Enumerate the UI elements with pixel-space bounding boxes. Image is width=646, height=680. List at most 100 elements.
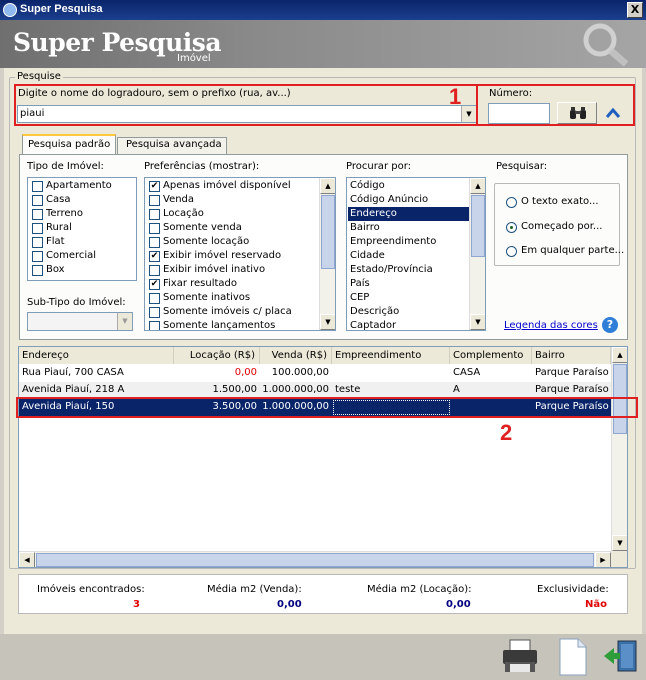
col-endereco[interactable]: Endereço [19,347,174,364]
legenda-cores-link[interactable]: Legenda das cores [504,320,598,331]
results-vscrollbar[interactable]: ▲ ▼ [611,347,627,551]
tipo-label: Flat [46,236,65,247]
scroll-up-button[interactable]: ▲ [612,347,627,363]
sub-tipo-dropdown-arrow[interactable]: ▼ [117,313,132,330]
checkbox-terreno[interactable] [32,209,43,220]
scroll-right-button[interactable]: ▶ [595,552,611,567]
exit-door-icon[interactable] [602,637,640,675]
pref-label: Exibir imóvel inativo [163,264,266,275]
col-empreendimento[interactable]: Empreendimento [332,347,450,364]
col-venda[interactable]: Venda (R$) [260,347,332,364]
help-icon[interactable]: ? [602,317,618,333]
radio-qualquer-parte[interactable] [506,246,517,257]
scroll-up-button[interactable]: ▲ [470,178,485,194]
checkbox-somente-lancamentos[interactable] [149,321,160,330]
checkbox-flat[interactable] [32,237,43,248]
checkbox-somente-inativos[interactable] [149,293,160,304]
procurar-item[interactable]: Código [350,180,385,191]
procurar-item[interactable]: Código Anúncio [350,194,428,205]
tipo-label: Comercial [46,250,97,261]
pref-label: Locação [163,208,204,219]
procurar-item-selected[interactable]: Endereço [350,208,397,219]
pref-label: Somente venda [163,222,242,233]
sub-tipo-label: Sub-Tipo do Imóvel: [27,297,126,308]
stats-panel: Imóveis encontrados: 3 Média m2 (Venda):… [18,574,628,614]
radio-comecado-por[interactable] [506,222,517,233]
checkbox-comercial[interactable] [32,251,43,262]
procurar-item[interactable]: CEP [350,292,369,303]
window-title: Super Pesquisa [20,3,103,15]
tab-pesquisa-padrao[interactable]: Pesquisa padrão [22,134,116,155]
table-row[interactable]: Rua Piauí, 700 CASA 0,00 100.000,00 CASA… [19,365,611,382]
procurar-scrollbar[interactable]: ▲ ▼ [469,178,485,330]
hscroll-thumb[interactable] [36,553,594,567]
procurar-item[interactable]: Cidade [350,250,385,261]
sub-tipo-select[interactable]: ▼ [27,312,133,331]
procurar-item[interactable]: Captador [350,320,396,330]
radio-label: Começado por... [521,221,603,232]
scroll-down-button[interactable]: ▼ [612,535,627,551]
checkbox-fixar-resultado[interactable]: ✔ [149,279,160,290]
encontrados-label: Imóveis encontrados: [37,584,145,595]
procurar-item[interactable]: Descrição [350,306,399,317]
procurar-item[interactable]: Bairro [350,222,380,233]
bottom-toolbar [0,634,646,680]
tab-pesquisa-avancada-label: Pesquisa avançada [126,139,222,150]
tipo-imovel-list: Apartamento Casa Terreno Rural Flat Come… [27,177,137,281]
magnifier-icon [583,23,629,66]
checkbox-somente-placa[interactable] [149,307,160,318]
procurar-item[interactable]: País [350,278,370,289]
checkbox-exibir-inativo[interactable] [149,265,160,276]
cell-venda: 100.000,00 [271,367,329,378]
media-locacao-value: 0,00 [446,599,471,610]
col-locacao[interactable]: Locação (R$) [174,347,260,364]
scroll-thumb[interactable] [471,195,485,257]
checkbox-apenas-disponivel[interactable]: ✔ [149,181,160,192]
checkbox-somente-locacao[interactable] [149,237,160,248]
checkbox-exibir-reservado[interactable]: ✔ [149,251,160,262]
close-button[interactable]: X [627,2,643,18]
scroll-down-button[interactable]: ▼ [470,314,485,330]
col-complemento[interactable]: Complemento [450,347,532,364]
tipo-label: Box [46,264,65,275]
tab-pesquisa-avancada[interactable]: Pesquisa avançada [117,137,227,155]
pref-label: Somente lançamentos [163,320,276,331]
pref-label: Venda [163,194,195,205]
results-grid: Endereço Locação (R$) Venda (R$) Empreen… [18,346,628,568]
checkbox-venda[interactable] [149,195,160,206]
procurar-item[interactable]: Estado/Província [350,264,433,275]
col-bairro[interactable]: Bairro [532,347,611,364]
procurar-list[interactable]: Código Código Anúncio Endereço Bairro Em… [346,177,486,331]
radio-label: O texto exato... [521,196,599,207]
results-hscrollbar[interactable]: ◀ ▶ [19,551,611,567]
media-venda-value: 0,00 [277,599,302,610]
scroll-up-button[interactable]: ▲ [320,178,335,194]
banner: Super Pesquisa Imóvel [0,20,646,68]
preferencias-scrollbar[interactable]: ▲ ▼ [319,178,335,330]
cell-locacao: 0,00 [234,367,257,378]
tipo-label: Terreno [46,208,83,219]
cell-complemento: CASA [453,367,481,378]
checkbox-locacao[interactable] [149,209,160,220]
radio-label: Em qualquer parte... [521,245,625,256]
radio-texto-exato[interactable] [506,197,517,208]
procurar-label: Procurar por: [346,161,411,172]
exclusividade-label: Exclusividade: [537,584,609,595]
cell-endereco: Rua Piauí, 700 CASA [22,367,124,378]
checkbox-apartamento[interactable] [32,181,43,192]
checkbox-somente-venda[interactable] [149,223,160,234]
checkbox-casa[interactable] [32,195,43,206]
cell-complemento: A [453,384,460,395]
document-icon[interactable] [556,637,590,677]
cell-endereco: Avenida Piauí, 218 A [22,384,125,395]
pesquisar-group: O texto exato... Começado por... Em qual… [494,183,624,266]
procurar-item[interactable]: Empreendimento [350,236,436,247]
checkbox-rural[interactable] [32,223,43,234]
printer-icon[interactable] [500,638,540,674]
scroll-thumb[interactable] [321,195,335,269]
highlight-box-1b [476,84,635,126]
scroll-down-button[interactable]: ▼ [320,314,335,330]
encontrados-value: 3 [133,599,140,610]
scroll-left-button[interactable]: ◀ [19,552,35,567]
checkbox-box[interactable] [32,265,43,276]
